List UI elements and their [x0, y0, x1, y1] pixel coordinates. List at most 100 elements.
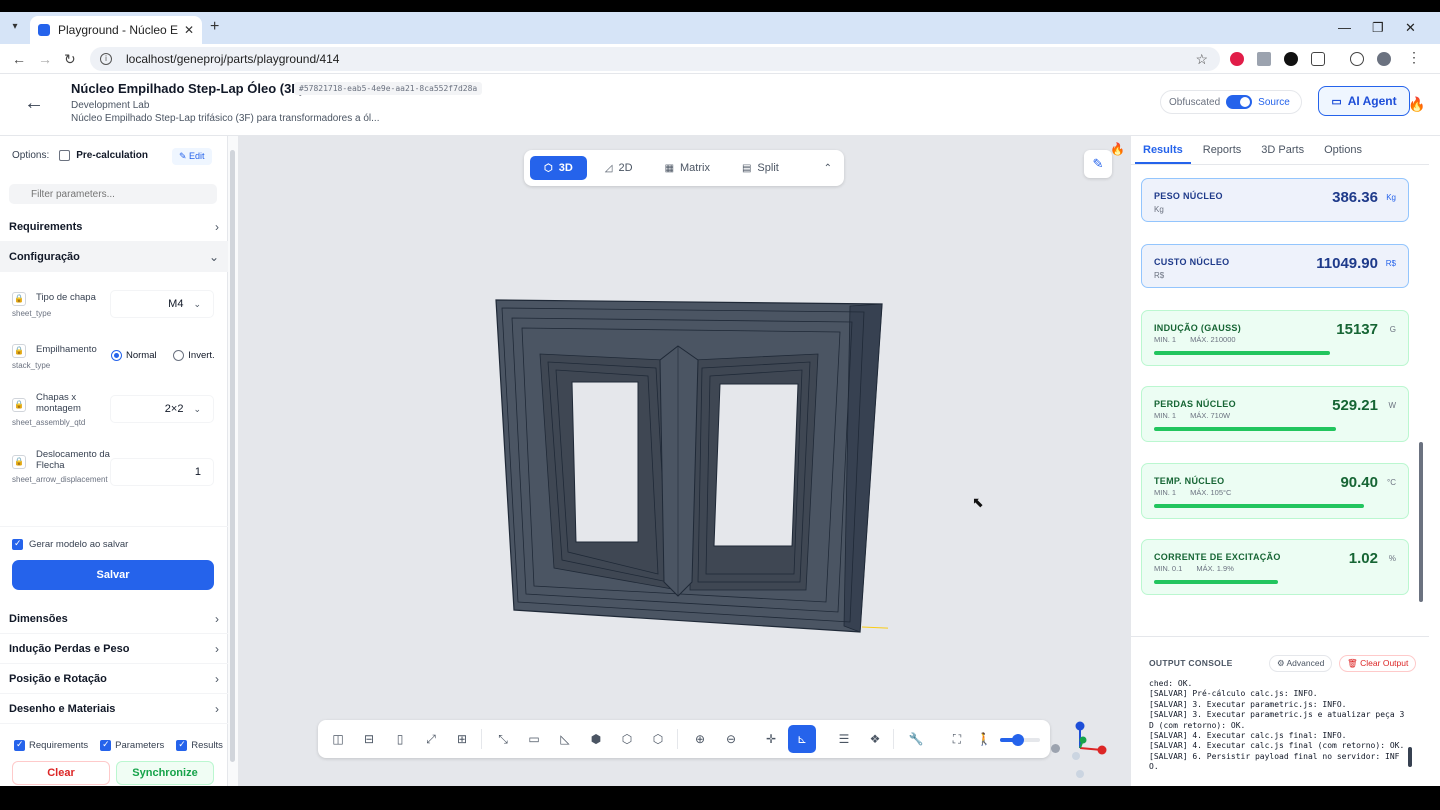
tab-reports[interactable]: Reports	[1195, 136, 1250, 164]
mail-extension-icon[interactable]	[1257, 52, 1271, 66]
close-tab-icon[interactable]: ✕	[184, 23, 194, 37]
forward-nav-icon[interactable]: →	[38, 51, 52, 67]
layout-columns-icon[interactable]: ◫	[328, 729, 348, 749]
mode-matrix-button[interactable]: ▦ Matrix	[651, 156, 724, 180]
advanced-button[interactable]: ⚙ Advanced	[1269, 655, 1333, 672]
zoom-slider[interactable]	[1000, 734, 1040, 746]
section-requirements[interactable]: Requirements ›	[0, 212, 228, 242]
section-posicao[interactable]: Posição e Rotação ›	[0, 664, 228, 694]
clear-output-button[interactable]: 🗑 Clear Output	[1339, 655, 1417, 672]
mode-split-button[interactable]: ▤ Split	[728, 156, 793, 180]
section-dimensoes[interactable]: Dimensões ›	[0, 604, 228, 634]
edit-viewport-icon[interactable]: ✎	[1084, 150, 1112, 178]
gerar-checkbox[interactable]	[12, 538, 23, 550]
section-configuracao[interactable]: Configuração ⌄	[0, 242, 228, 272]
angle-icon[interactable]: ◺	[555, 729, 575, 749]
reload-icon[interactable]: ↻	[64, 51, 76, 68]
expand-icon[interactable]: ⤢	[421, 729, 441, 749]
zoom-in-icon[interactable]: ⊕	[690, 729, 710, 749]
opera-extension-icon[interactable]	[1230, 52, 1244, 66]
site-info-icon[interactable]: i	[100, 53, 112, 65]
scrollbar-thumb[interactable]	[1408, 747, 1412, 767]
zoom-slider-knob[interactable]	[1012, 734, 1024, 746]
clear-button[interactable]: Clear	[12, 761, 110, 785]
back-arrow-icon[interactable]: ←	[24, 92, 44, 115]
cube-front-icon[interactable]: ⬢	[586, 729, 606, 749]
measure-line-icon[interactable]: ⤡	[493, 729, 513, 749]
zoom-out-icon[interactable]: ⊖	[721, 729, 741, 749]
section-inducao[interactable]: Indução Perdas e Peso ›	[0, 634, 228, 664]
cube-side-icon[interactable]: ⬡	[617, 729, 637, 749]
results-checkbox[interactable]	[176, 739, 188, 751]
profile-avatar[interactable]	[1377, 52, 1391, 66]
ruler-icon[interactable]: ▭	[524, 729, 544, 749]
assembly-select[interactable]: 2×2 ⌄	[110, 395, 214, 423]
tab-3d-parts[interactable]: 3D Parts	[1253, 136, 1312, 164]
cube-top-icon[interactable]: ⬡	[648, 729, 668, 749]
save-button[interactable]: Salvar	[12, 560, 214, 590]
collapse-toolbar-icon[interactable]: ⌃	[818, 163, 838, 174]
source-toggle[interactable]	[1226, 95, 1253, 109]
browser-tab[interactable]: Playground - Núcleo Empilhad ✕	[30, 16, 202, 44]
radio-normal[interactable]	[111, 350, 122, 361]
list-icon[interactable]: ☰	[834, 729, 854, 749]
obfuscated-source-switch[interactable]: Obfuscated Source	[1160, 90, 1302, 114]
walk-icon[interactable]: 🚶	[974, 729, 994, 749]
shield-extension-icon[interactable]	[1284, 52, 1298, 66]
parts-icon[interactable]: ❖	[865, 729, 885, 749]
lock-icon[interactable]: 🔒	[12, 455, 26, 469]
tab-title: Playground - Núcleo Empilhad	[58, 23, 178, 37]
sync-icon[interactable]	[1350, 52, 1364, 66]
left-scrollbar[interactable]	[228, 136, 238, 786]
console-scrollbar[interactable]	[1407, 679, 1413, 775]
extensions-puzzle-icon[interactable]	[1311, 52, 1325, 66]
grid-icon[interactable]: ⊞	[452, 729, 472, 749]
requirements-checkbox[interactable]	[14, 739, 25, 751]
crosshair-icon[interactable]: ✛	[761, 729, 781, 749]
lock-icon[interactable]: 🔒	[12, 292, 26, 306]
gizmo-dot[interactable]	[1051, 744, 1060, 753]
precalc-checkbox[interactable]	[59, 150, 71, 161]
url-field[interactable]: i localhost/geneproj/parts/playground/41…	[90, 47, 1220, 71]
core-3d-model[interactable]	[488, 296, 888, 636]
axes-icon[interactable]: ⊾	[788, 725, 816, 753]
wrench-icon[interactable]: 🔧	[906, 729, 926, 749]
card-perdas-nucleo: PERDAS NÚCLEO MIN. 1 MÁX. 710W 529.21 W	[1141, 386, 1409, 442]
tab-search-icon[interactable]: ▾	[6, 18, 24, 36]
chevron-right-icon: ›	[215, 671, 219, 686]
3d-viewport[interactable]: ⬡ 3D ◿ 2D ▦ Matrix ▤ Split ⌃ ✎ 🔥 ◫ ⊟ ▯ ⤢…	[238, 136, 1130, 786]
mode-3d-button[interactable]: ⬡ 3D	[530, 156, 587, 180]
lock-icon[interactable]: 🔒	[12, 344, 26, 358]
mode-2d-button[interactable]: ◿ 2D	[591, 156, 647, 180]
card-unit: R$	[1385, 259, 1396, 268]
lock-icon[interactable]: 🔒	[12, 398, 26, 412]
panel-toggle-icon[interactable]: ▯	[390, 729, 410, 749]
radio-invert[interactable]	[173, 350, 185, 361]
back-nav-icon[interactable]: ←	[12, 51, 26, 67]
results-scrollbar[interactable]	[1417, 166, 1425, 626]
close-window-icon[interactable]: ✕	[1405, 20, 1416, 36]
filter-parameters-input[interactable]	[9, 184, 217, 204]
axis-gizmo[interactable]	[1066, 720, 1112, 784]
card-range: MIN. 1 MÁX. 105°C	[1154, 488, 1245, 497]
edit-button[interactable]: ✎ Edit	[172, 148, 212, 165]
advanced-label: Advanced	[1286, 658, 1325, 668]
sheet-type-select[interactable]: M4 ⌄	[110, 290, 214, 318]
ai-agent-label: AI Agent	[1347, 94, 1397, 108]
layout-rows-icon[interactable]: ⊟	[359, 729, 379, 749]
bookmark-star-icon[interactable]: ☆	[1195, 51, 1208, 68]
new-tab-icon[interactable]: +	[210, 18, 219, 36]
arrow-displacement-input[interactable]: 1	[110, 458, 214, 486]
tab-options[interactable]: Options	[1316, 136, 1370, 164]
ai-agent-button[interactable]: ▭ AI Agent	[1318, 86, 1410, 116]
section-desenho[interactable]: Desenho e Materiais ›	[0, 694, 228, 724]
restore-icon[interactable]: ❐	[1372, 20, 1384, 36]
minimize-icon[interactable]: —	[1338, 20, 1351, 35]
browser-menu-icon[interactable]: ⋮	[1407, 49, 1421, 66]
scrollbar-thumb[interactable]	[230, 150, 235, 762]
fullscreen-icon[interactable]: ⛶	[947, 729, 967, 749]
parameters-checkbox[interactable]	[100, 739, 112, 751]
synchronize-button[interactable]: Synchronize	[116, 761, 214, 785]
scrollbar-thumb[interactable]	[1419, 442, 1423, 602]
tab-results[interactable]: Results	[1135, 136, 1191, 164]
